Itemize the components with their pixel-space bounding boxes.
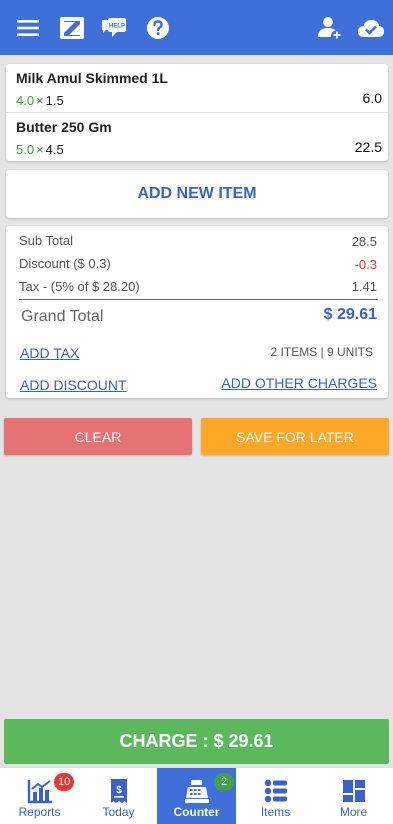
discount-label: Discount ($ 0.3) [19, 256, 111, 271]
app-logo-icon[interactable] [58, 14, 86, 42]
reports-chart-icon [27, 780, 52, 804]
item-quantity: 5.0 [16, 142, 35, 157]
add-tax-link[interactable]: ADD TAX [20, 345, 79, 361]
multiply-sign: × [36, 93, 44, 108]
nav-today[interactable]: $ Today [79, 768, 158, 824]
discount-value: -0.3 [354, 257, 377, 272]
add-other-charges-link[interactable]: ADD OTHER CHARGES [221, 375, 377, 391]
item-name: Milk Amul Skimmed 1L [16, 70, 168, 86]
question-icon[interactable] [144, 14, 172, 42]
items-list-icon [264, 779, 287, 803]
nav-counter[interactable]: 2 Counter [157, 768, 236, 824]
add-new-item-button[interactable]: ADD NEW ITEM [6, 170, 388, 218]
add-discount-link[interactable]: ADD DISCOUNT [20, 377, 127, 393]
help-badge-text: HELP [109, 24, 125, 30]
item-total: 6.0 [362, 90, 382, 106]
nav-label: More [339, 805, 368, 819]
item-quantity-price: 5.0 × 4.5 [16, 142, 64, 157]
nav-label: Items [260, 805, 291, 819]
tax-label: Tax - (5% of $ 28.20) [19, 279, 140, 294]
reports-badge: 10 [54, 773, 75, 791]
item-unit-count: 2 ITEMS | 9 UNITS [270, 345, 373, 359]
cart-item-row[interactable]: Butter 250 Gm 5.0 × 4.5 22.5 [6, 113, 388, 161]
add-new-item-card: ADD NEW ITEM [6, 170, 388, 218]
nav-more[interactable]: More [314, 768, 393, 824]
clear-button[interactable]: CLEAR [4, 418, 192, 455]
svg-text:$: $ [116, 785, 122, 796]
item-total: 22.5 [354, 139, 382, 155]
nav-items[interactable]: Items [236, 768, 315, 824]
grand-total-label: Grand Total [21, 308, 104, 325]
cloud-sync-icon[interactable] [356, 14, 386, 42]
add-customer-icon[interactable] [316, 14, 344, 42]
counter-badge: 2 [214, 773, 234, 791]
item-unit-price: 1.5 [45, 93, 64, 108]
item-quantity: 4.0 [16, 93, 35, 108]
nav-reports[interactable]: 10 Reports [0, 768, 79, 824]
item-name: Butter 250 Gm [16, 119, 112, 135]
subtotal-label: Sub Total [19, 233, 73, 248]
cash-register-icon [184, 780, 209, 803]
help-chat-icon[interactable]: HELP [100, 14, 128, 42]
save-for-later-button[interactable]: SAVE FOR LATER [201, 418, 389, 455]
menu-icon[interactable] [14, 14, 42, 42]
nav-label: Reports [18, 805, 61, 819]
bottom-navigation: 10 Reports $ Today 2 Counter Items More [0, 767, 393, 824]
item-unit-price: 4.5 [45, 142, 64, 157]
tax-value: 1.41 [351, 279, 377, 294]
receipt-dollar-icon: $ [110, 779, 127, 803]
subtotal-value: 28.5 [351, 234, 377, 249]
item-quantity-price: 4.0 × 1.5 [16, 93, 64, 108]
nav-label: Counter [173, 805, 220, 819]
charge-button[interactable]: CHARGE : $ 29.61 [4, 719, 389, 764]
multiply-sign: × [36, 142, 44, 157]
cart-item-row[interactable]: Milk Amul Skimmed 1L 4.0 × 1.5 6.0 [6, 64, 388, 112]
grand-total-value: $ 29.61 [323, 306, 377, 323]
order-summary-card: Sub Total 28.5 Discount ($ 0.3) -0.3 Tax… [6, 226, 388, 398]
grand-total-divider [19, 299, 378, 300]
cart-items-card: Milk Amul Skimmed 1L 4.0 × 1.5 6.0 Butter … [6, 64, 388, 161]
grid-more-icon [342, 780, 365, 802]
nav-label: Today [102, 805, 135, 819]
top-app-bar: HELP [0, 0, 393, 55]
